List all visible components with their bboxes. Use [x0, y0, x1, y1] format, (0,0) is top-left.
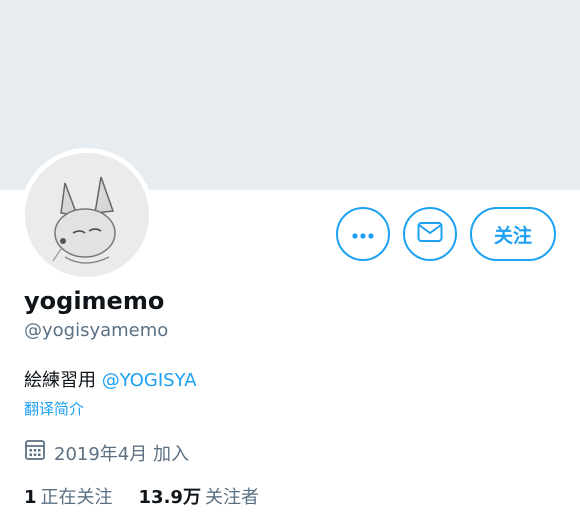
followers-label: 关注者 [204, 487, 259, 508]
join-date-text: 2019年4月 加入 [54, 443, 189, 465]
translate-bio-link[interactable]: 翻译简介 [24, 398, 84, 419]
follow-stats: 1 正在关注 13.9万 关注者 [24, 483, 285, 509]
following-stat[interactable]: 1 正在关注 [24, 483, 113, 509]
more-icon [351, 225, 375, 244]
calendar-icon [24, 439, 54, 466]
avatar-image [25, 153, 149, 277]
bio-text: 絵練習用 [24, 370, 102, 391]
join-date: 2019年4月 加入 [24, 439, 189, 466]
follow-button[interactable]: 关注 [470, 207, 556, 261]
mail-icon [417, 221, 443, 247]
message-button[interactable] [403, 207, 457, 261]
bio-mention-link[interactable]: @YOGISYA [102, 370, 197, 391]
following-label: 正在关注 [40, 487, 113, 508]
profile-bio: 絵練習用 @YOGISYA [24, 366, 197, 392]
user-handle: @yogisyamemo [24, 320, 169, 341]
following-count: 1 [24, 487, 37, 508]
display-name: yogimemo [24, 287, 165, 315]
followers-count: 13.9万 [138, 487, 201, 508]
followers-stat[interactable]: 13.9万 关注者 [139, 483, 259, 509]
more-button[interactable] [336, 207, 390, 261]
avatar[interactable] [20, 148, 154, 282]
